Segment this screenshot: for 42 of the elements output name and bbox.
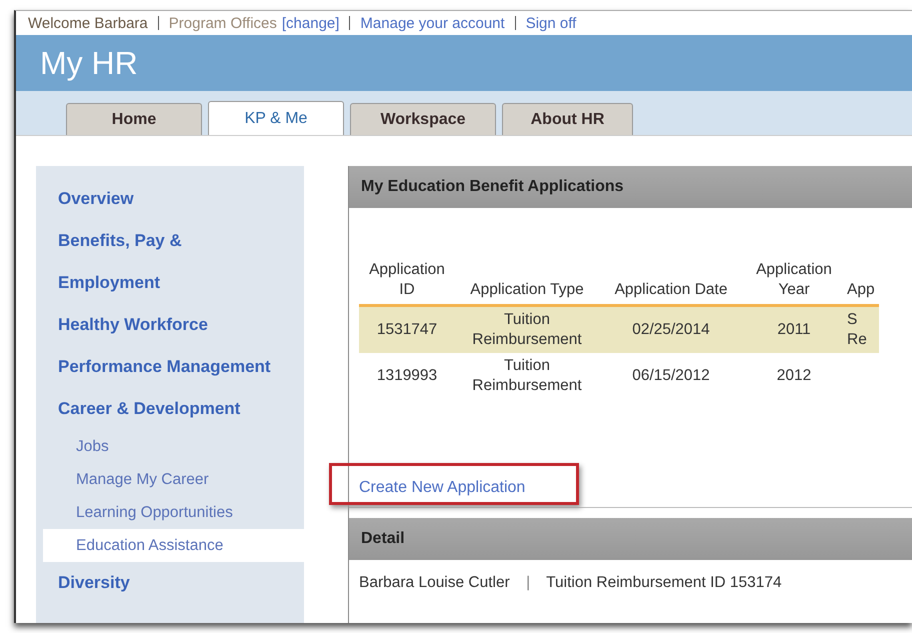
table-row[interactable]: 1319993 Tuition Reimbursement 06/15/2012 2012 xyxy=(359,353,879,399)
column-header: Application Year xyxy=(743,258,845,306)
nav-tab[interactable]: About HR xyxy=(502,103,633,135)
sidebar-item[interactable]: Performance Management xyxy=(36,346,304,388)
table-cell: Tuition Reimbursement xyxy=(472,357,582,394)
table-cell: 06/15/2012 xyxy=(632,367,710,384)
table-cell: 2011 xyxy=(777,321,811,338)
sidebar-subitem[interactable]: Education Assistance xyxy=(43,529,304,562)
site-title: My HR xyxy=(40,44,138,82)
column-header: Application ID xyxy=(359,258,455,306)
sidebar-item[interactable]: Overview xyxy=(36,178,304,220)
header-link[interactable]: Sign off xyxy=(526,14,576,32)
table-cell: S Re xyxy=(847,311,867,348)
create-application-link[interactable]: Create New Application xyxy=(359,479,526,496)
separator-text: | xyxy=(526,574,530,591)
office-label: Program Offices xyxy=(168,14,277,32)
employee-name: Barbara Louise Cutler xyxy=(359,574,510,591)
header-link[interactable]: [change] xyxy=(282,14,340,32)
section-header: Detail xyxy=(349,518,912,560)
sidebar-subitem[interactable]: Learning Opportunities xyxy=(43,496,304,529)
sidebar-subitem[interactable]: Jobs xyxy=(43,430,304,463)
sidebar-item[interactable]: Employment xyxy=(36,262,304,304)
sidebar-item[interactable]: Healthy Workforce xyxy=(36,304,304,346)
sidebar-item[interactable]: Benefits, Pay & xyxy=(36,220,304,262)
table-cell: 1531747 xyxy=(376,321,438,338)
section-header: My Education Benefit Applications xyxy=(349,166,912,208)
sidebar-subitem[interactable]: Manage My Career xyxy=(43,463,304,496)
nav-tab[interactable]: Home xyxy=(66,103,202,135)
welcome-text: Welcome Barbara xyxy=(28,14,148,32)
nav-tab[interactable]: KP & Me xyxy=(208,101,344,135)
sidebar-item[interactable]: Diversity xyxy=(36,562,304,604)
column-header: Application Date xyxy=(599,258,743,306)
table-cell: 1319993 xyxy=(376,367,438,384)
table-cell: Tuition Reimbursement xyxy=(472,311,582,348)
nav-tab[interactable]: Workspace xyxy=(350,103,496,135)
sidebar-item[interactable]: Career & Development xyxy=(36,388,304,430)
record-id: Tuition Reimbursement ID 153174 xyxy=(546,574,782,591)
header-link[interactable]: Manage your account xyxy=(360,14,505,32)
column-header: Application Type xyxy=(455,258,599,306)
table-cell: 2012 xyxy=(776,367,812,384)
column-header: App xyxy=(845,258,879,306)
table-cell: 02/25/2014 xyxy=(632,321,710,338)
